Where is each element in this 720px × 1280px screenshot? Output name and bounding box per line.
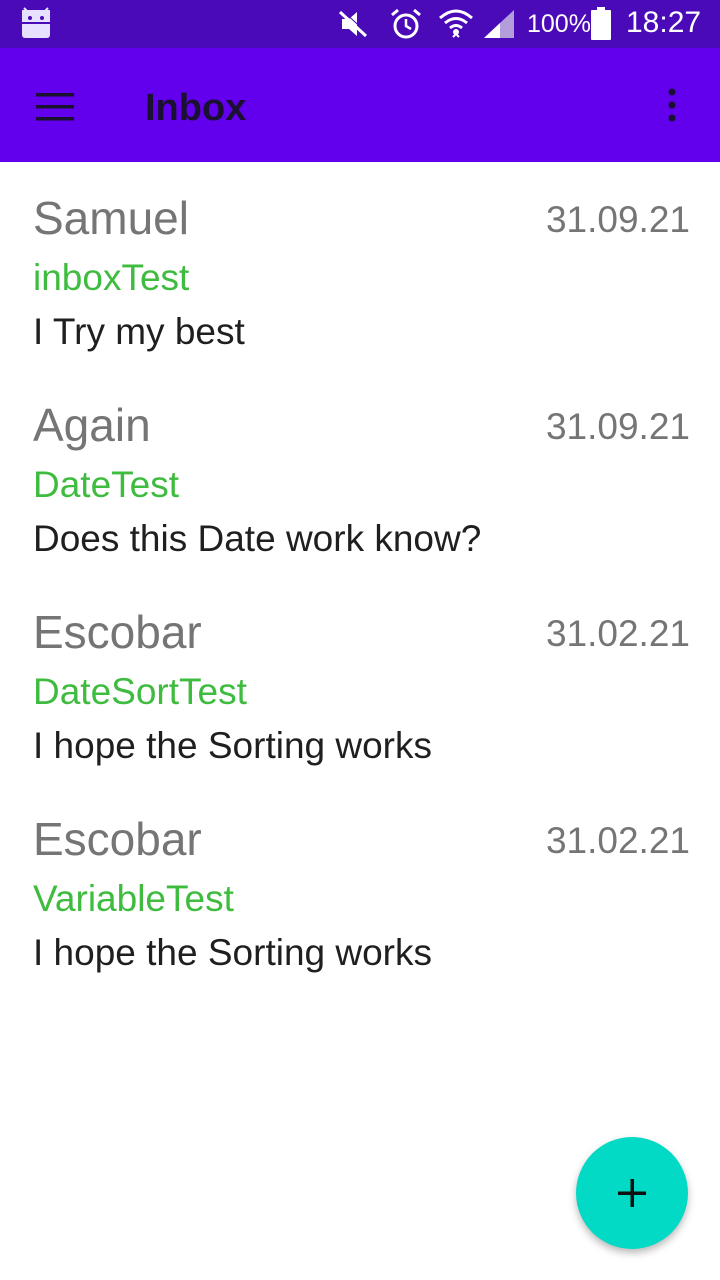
- more-vert-icon: [668, 88, 676, 122]
- message-date: 31.09.21: [545, 406, 690, 447]
- message-subject: inboxTest: [33, 257, 190, 298]
- battery-percentage: 100%: [527, 10, 591, 38]
- page-title: Inbox: [145, 87, 247, 129]
- alarm-icon: [391, 8, 421, 39]
- message-item[interactable]: Escobar 31.02.21 VariableTest I hope the…: [0, 783, 720, 990]
- message-sender: Escobar: [33, 606, 202, 658]
- menu-icon: [36, 93, 74, 121]
- status-bar: 100% 18:27: [0, 0, 720, 48]
- navigation-menu-button[interactable]: [20, 73, 92, 137]
- mute-icon: [338, 9, 369, 38]
- message-item[interactable]: Escobar 31.02.21 DateSortTest I hope the…: [0, 576, 720, 783]
- message-body: I Try my best: [33, 311, 245, 352]
- message-list: Samuel 31.09.21 inboxTest I Try my best …: [0, 162, 720, 990]
- message-body: I hope the Sorting works: [33, 932, 432, 973]
- message-date: 31.02.21: [545, 820, 690, 861]
- inbox-screen: 100% 18:27 Inbox Samuel 31.09.21 inboxTe…: [0, 0, 720, 1280]
- signal-icon: [484, 10, 514, 38]
- app-bar: Inbox: [0, 48, 720, 162]
- battery-icon: [591, 7, 611, 40]
- overflow-menu-button[interactable]: [640, 73, 704, 137]
- message-sender: Escobar: [33, 813, 202, 865]
- android-app-icon: [22, 7, 50, 38]
- message-body: Does this Date work know?: [33, 518, 482, 559]
- message-sender: Samuel: [33, 192, 189, 244]
- message-sender: Again: [33, 399, 151, 451]
- wifi-icon: [439, 9, 473, 38]
- message-date: 31.09.21: [545, 199, 690, 240]
- message-subject: VariableTest: [33, 878, 234, 919]
- message-item[interactable]: Again 31.09.21 DateTest Does this Date w…: [0, 369, 720, 576]
- message-subject: DateTest: [33, 464, 180, 505]
- message-date: 31.02.21: [545, 613, 690, 654]
- plus-icon: [618, 1179, 646, 1207]
- compose-fab-button[interactable]: [576, 1137, 688, 1249]
- message-item[interactable]: Samuel 31.09.21 inboxTest I Try my best: [0, 162, 720, 369]
- message-subject: DateSortTest: [33, 671, 247, 712]
- message-body: I hope the Sorting works: [33, 725, 432, 766]
- status-clock: 18:27: [626, 6, 702, 39]
